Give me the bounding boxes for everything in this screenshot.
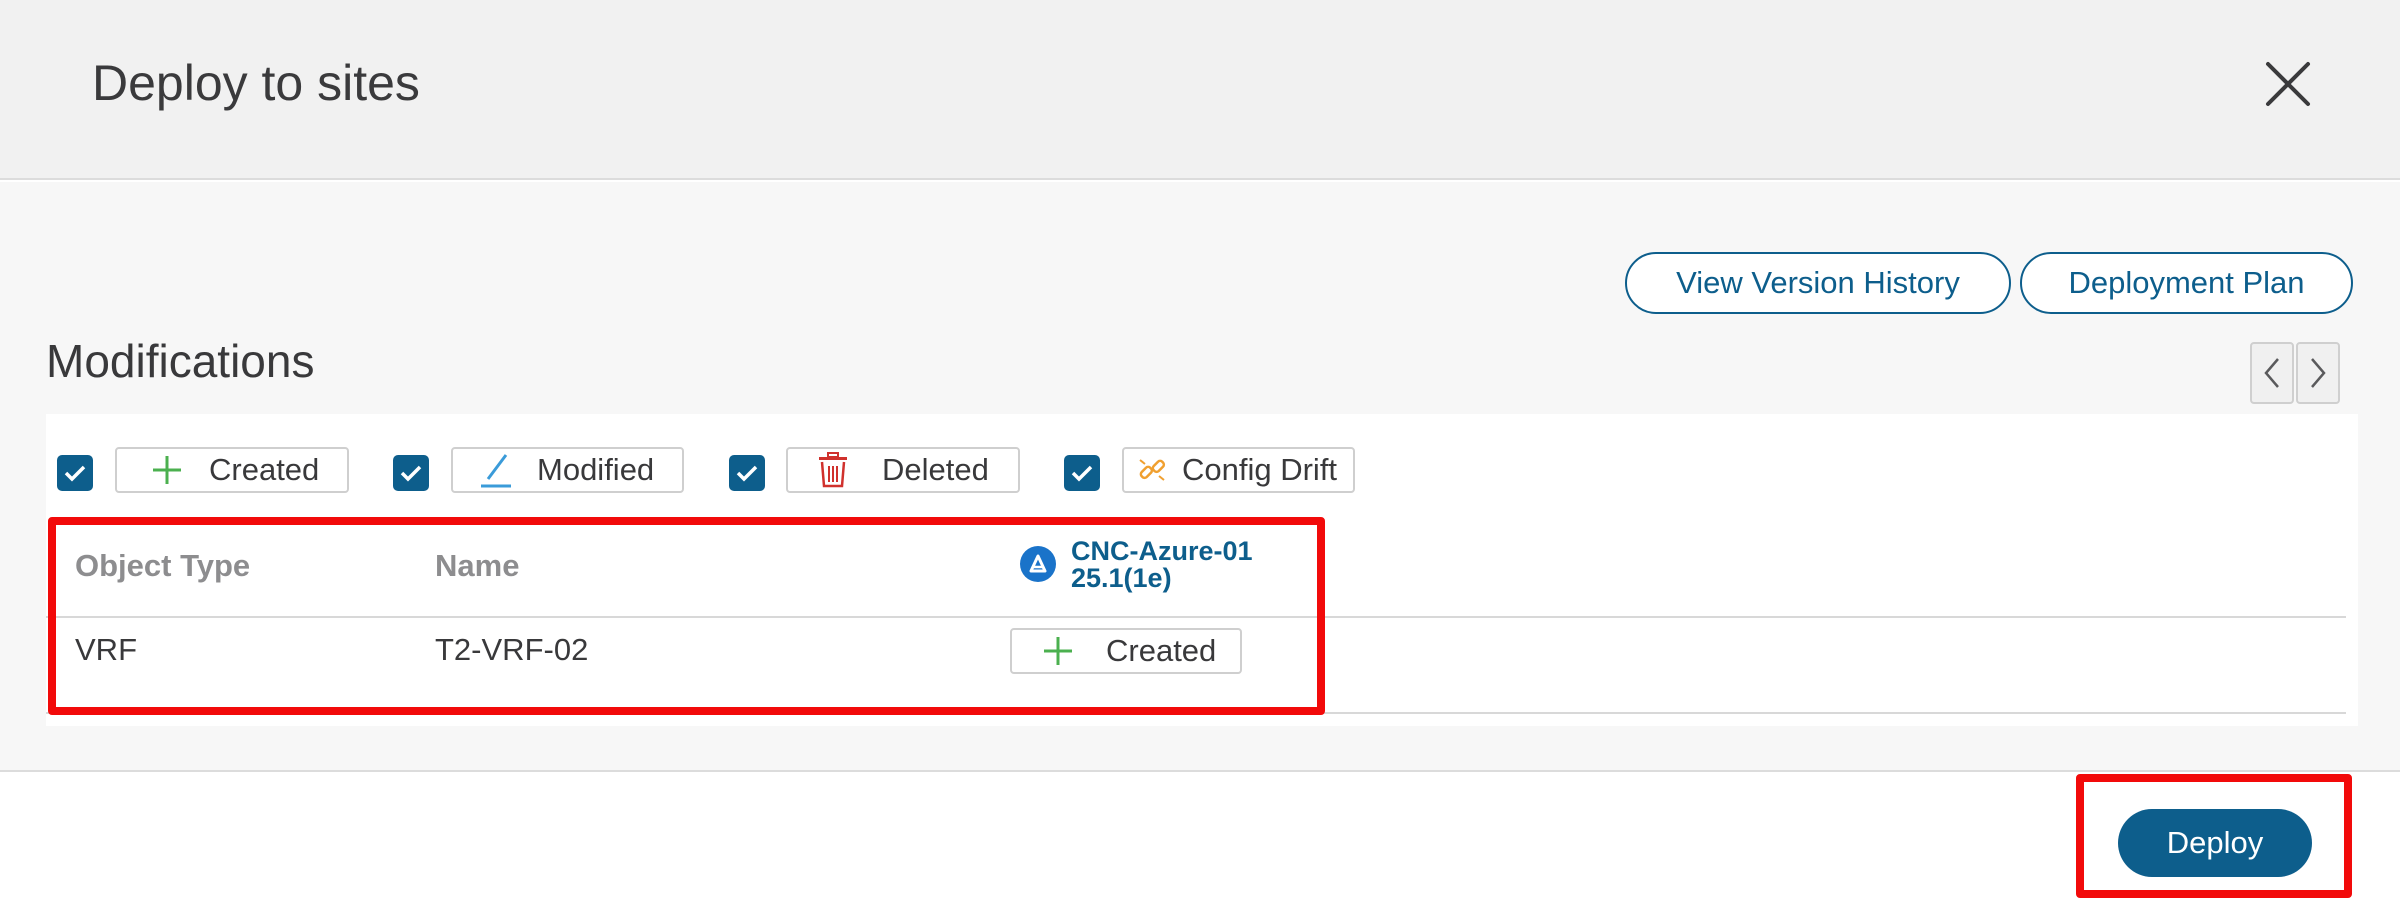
filter-deleted-chip[interactable]: Deleted (786, 447, 1020, 493)
scroll-left-button[interactable] (2250, 342, 2294, 404)
row-status-label: Created (1106, 633, 1217, 668)
dialog-title: Deploy to sites (92, 55, 420, 111)
checkmark-icon (400, 465, 422, 482)
plus-icon (137, 453, 197, 487)
row-name: T2-VRF-02 (435, 632, 589, 667)
filter-created-label: Created (209, 452, 320, 487)
filter-modified-chip[interactable]: Modified (451, 447, 684, 493)
site-column-version: 25.1(1e) (1071, 563, 1172, 593)
scroll-right-button[interactable] (2296, 342, 2340, 404)
view-version-history-button[interactable]: View Version History (1625, 252, 2011, 314)
dialog-header: Deploy to sites (0, 0, 2400, 180)
close-icon[interactable] (2262, 58, 2314, 110)
checkmark-icon (736, 465, 758, 482)
filter-modified-checkbox[interactable] (393, 455, 429, 491)
filter-created-checkbox[interactable] (57, 455, 93, 491)
deploy-button[interactable]: Deploy (2118, 809, 2312, 877)
filter-created-chip[interactable]: Created (115, 447, 349, 493)
filter-deleted-checkbox[interactable] (729, 455, 765, 491)
checkmark-icon (1071, 465, 1093, 482)
filter-modified-label: Modified (537, 452, 655, 487)
filter-config-drift-chip[interactable]: Config Drift (1122, 447, 1355, 493)
chevron-left-icon (2264, 358, 2279, 388)
table-bottom-divider (46, 712, 2346, 714)
modifications-title: Modifications (46, 335, 315, 387)
column-header-name: Name (435, 548, 520, 583)
table-header-divider (46, 616, 2346, 618)
filter-config-drift-label: Config Drift (1182, 452, 1338, 487)
trash-icon (808, 452, 858, 488)
site-column-name[interactable]: CNC-Azure-01 (1071, 538, 1253, 565)
broken-link-icon (1134, 455, 1170, 485)
chevron-right-icon (2311, 358, 2326, 388)
row-status-badge: Created (1010, 628, 1242, 674)
deployment-plan-button[interactable]: Deployment Plan (2020, 252, 2353, 314)
column-header-object-type: Object Type (75, 548, 251, 583)
filter-config-drift-checkbox[interactable] (1064, 455, 1100, 491)
row-object-type: VRF (75, 632, 137, 667)
checkmark-icon (64, 465, 86, 482)
pencil-icon (471, 451, 521, 489)
filter-deleted-label: Deleted (882, 452, 989, 487)
plus-icon (1030, 634, 1086, 668)
azure-icon (1019, 545, 1057, 583)
